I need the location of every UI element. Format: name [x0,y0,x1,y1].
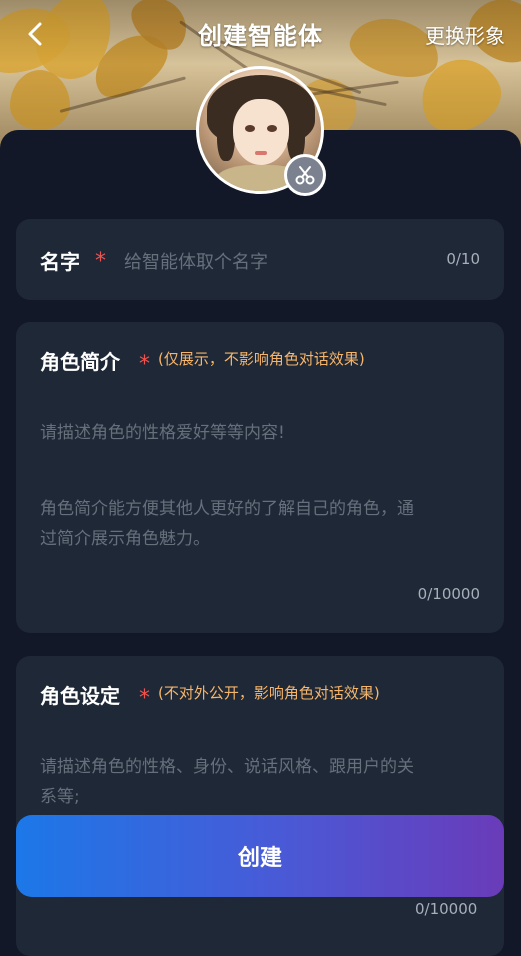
change-avatar-button[interactable]: 更换形象 [425,20,505,49]
setting-placeholder-line: 系等; [40,787,80,807]
name-card: 名字 * 给智能体取个名字 0/10 [16,219,504,300]
setting-label: 角色设定 [40,684,120,708]
setting-placeholder-line: 请描述角色的性格、身份、说话风格、跟用户的关 [40,757,414,777]
required-mark: * [95,249,106,274]
intro-counter: 0/10000 [417,585,480,603]
intro-placeholder-line: 过简介展示角色魅力。 [40,529,210,549]
name-label: 名字 [40,250,80,274]
intro-note: (仅展示，不影响角色对话效果) [158,350,365,368]
intro-placeholder-line: 请描述角色的性格爱好等等内容! [40,423,285,443]
intro-card: 角色简介 * (仅展示，不影响角色对话效果) 请描述角色的性格爱好等等内容! 角… [16,322,504,633]
intro-textarea[interactable]: 请描述角色的性格爱好等等内容! 角色简介能方便其他人更好的了解自己的角色，通 过… [40,418,480,558]
intro-placeholder-line: 角色简介能方便其他人更好的了解自己的角色，通 [40,499,414,519]
required-mark: * [139,352,150,377]
setting-counter: 0/10000 [415,900,478,918]
required-mark: * [139,686,150,711]
name-counter: 0/10 [446,250,480,268]
crop-avatar-button[interactable] [284,154,326,196]
top-bar: 创建智能体 更换形象 [0,0,521,68]
avatar-container [196,66,326,196]
scissors-icon [295,166,315,185]
create-button[interactable]: 创建 [16,815,504,897]
intro-label: 角色简介 [40,350,120,374]
setting-note: (不对外公开，影响角色对话效果) [158,684,380,702]
name-input[interactable]: 给智能体取个名字 [124,248,424,274]
